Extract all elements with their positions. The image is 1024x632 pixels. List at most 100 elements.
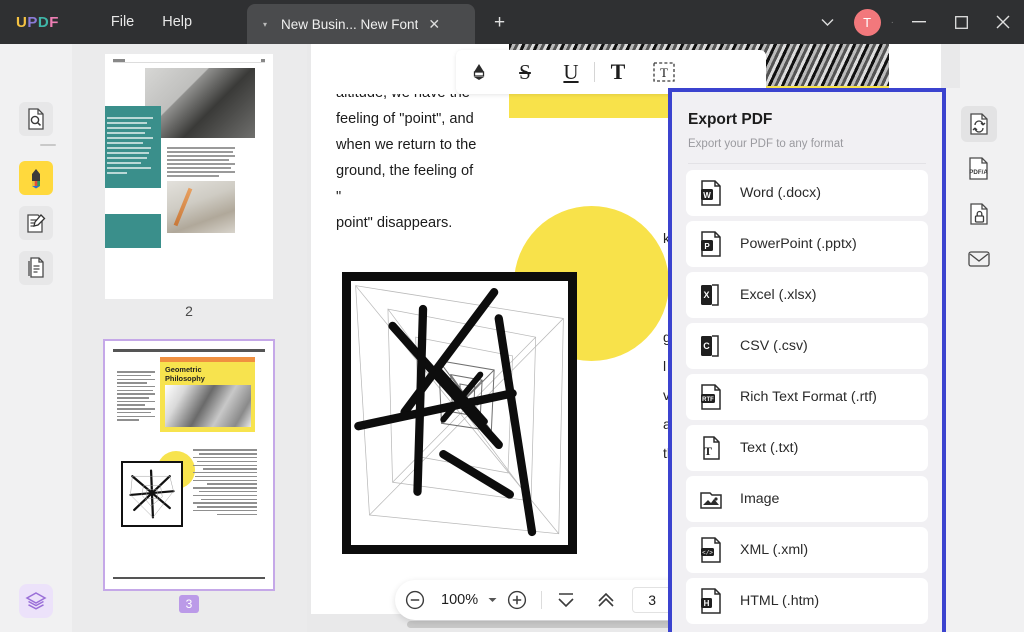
export-option-excel[interactable]: X Excel (.xlsx): [686, 272, 928, 318]
zoom-out-button[interactable]: [395, 580, 435, 620]
svg-text:T: T: [660, 65, 668, 80]
menu-help[interactable]: Help: [148, 0, 206, 44]
right-tool-rail: PDF/A: [946, 88, 1024, 632]
underline-icon: U: [563, 60, 578, 85]
logo-letter-u: U: [16, 14, 27, 31]
convert-pdf-icon: [968, 112, 990, 136]
svg-text:X: X: [703, 290, 709, 300]
close-button[interactable]: [982, 0, 1024, 44]
svg-text:C: C: [703, 341, 710, 351]
logo-letter-f: F: [49, 14, 59, 31]
thumbnail-number-page-3: 3: [179, 595, 199, 613]
pdfa-button[interactable]: PDF/A: [961, 151, 997, 187]
svg-text:</>: </>: [702, 550, 713, 557]
zoombar-separator: [541, 591, 542, 609]
highlighter-icon[interactable]: [19, 161, 53, 195]
word-file-icon: W: [698, 180, 724, 206]
chevron-down-icon[interactable]: [807, 18, 848, 27]
new-tab-button[interactable]: +: [494, 12, 505, 34]
html-file-icon: H: [698, 588, 724, 614]
menu-file[interactable]: File: [97, 0, 148, 44]
title-bar: U P D F File Help ▾ New Busin... New Fon…: [0, 0, 1024, 44]
export-option-rtf[interactable]: RTF Rich Text Format (.rtf): [686, 374, 928, 420]
text-icon: T: [611, 59, 626, 85]
svg-text:T: T: [704, 444, 712, 458]
underline-tool-button[interactable]: U: [548, 50, 594, 94]
export-option-word[interactable]: W Word (.docx): [686, 170, 928, 216]
export-panel-title: Export PDF: [688, 111, 942, 129]
doc-paragraph[interactable]: altitude, we have the feeling of "point"…: [336, 80, 481, 236]
thumbnail-image-page-2[interactable]: [105, 54, 273, 299]
thumb-title-line2: Philosophy: [165, 374, 205, 383]
doc-line-3: when we return to the: [336, 132, 481, 158]
previous-page-button[interactable]: [586, 580, 626, 620]
document-tab[interactable]: ▾ New Busin... New Font ✕: [247, 4, 475, 44]
export-option-label: HTML (.htm): [740, 593, 819, 609]
doc-line-4: ground, the feeling of ": [336, 158, 481, 210]
layers-icon: [25, 591, 47, 611]
image-file-icon: [698, 486, 724, 512]
export-pdf-panel[interactable]: Export PDF Export your PDF to any format…: [668, 88, 946, 632]
sidebar-item-page-tools[interactable]: [19, 251, 53, 285]
sidebar-item-comment[interactable]: [19, 161, 53, 195]
export-option-label: Rich Text Format (.rtf): [740, 389, 877, 405]
page-number-input[interactable]: 3: [632, 587, 672, 613]
search-document-icon[interactable]: [19, 102, 53, 136]
export-option-label: Text (.txt): [740, 440, 798, 456]
thumbnail-page-3[interactable]: Geometric Philosophy: [105, 341, 273, 613]
export-panel-divider: [688, 163, 926, 164]
export-option-label: CSV (.csv): [740, 338, 808, 354]
protect-pdf-button[interactable]: [961, 196, 997, 232]
first-page-icon: [555, 590, 577, 610]
zoom-in-button[interactable]: [497, 580, 537, 620]
export-option-text[interactable]: T Text (.txt): [686, 425, 928, 471]
export-option-powerpoint[interactable]: P PowerPoint (.pptx): [686, 221, 928, 267]
organize-pages-icon[interactable]: [19, 251, 53, 285]
export-option-csv[interactable]: C CSV (.csv): [686, 323, 928, 369]
share-email-button[interactable]: [961, 241, 997, 277]
export-option-label: Image: [740, 491, 779, 507]
tab-dropdown-icon[interactable]: ▾: [263, 20, 267, 29]
updf-window: U P D F File Help ▾ New Busin... New Fon…: [0, 0, 1024, 632]
app-body: 2 Geometric Philosophy: [0, 44, 1024, 632]
thumbnail-page-2[interactable]: 2: [105, 54, 273, 319]
thumbnail-image-page-3[interactable]: Geometric Philosophy: [105, 341, 273, 589]
sidebar-item-edit[interactable]: [19, 206, 53, 240]
convert-pdf-button[interactable]: [961, 106, 997, 142]
xml-file-icon: </>: [698, 537, 724, 563]
edit-document-icon[interactable]: [19, 206, 53, 240]
rtf-file-icon: RTF: [698, 384, 724, 410]
updf-logo: U P D F: [16, 14, 59, 31]
previous-page-icon: [595, 590, 617, 610]
zoom-level-label: 100%: [441, 592, 478, 608]
text-box-icon: T: [652, 60, 676, 84]
maximize-button[interactable]: [940, 0, 982, 44]
export-option-image[interactable]: Image: [686, 476, 928, 522]
separator-dot: ·: [887, 17, 898, 28]
tab-title: New Busin... New Font: [281, 17, 418, 32]
rail-divider: [40, 144, 56, 146]
export-option-html[interactable]: H HTML (.htm): [686, 578, 928, 624]
export-option-xml[interactable]: </> XML (.xml): [686, 527, 928, 573]
logo-letter-d: D: [38, 14, 49, 31]
page-thumbnail-panel[interactable]: 2 Geometric Philosophy: [72, 44, 307, 632]
thumbnail-number-page-2: 2: [105, 303, 273, 319]
share-email-icon: [967, 249, 991, 269]
zoom-dropdown-icon[interactable]: [488, 597, 497, 603]
pdfa-icon: PDF/A: [967, 156, 991, 182]
sidebar-item-search[interactable]: [19, 102, 53, 136]
minimize-button[interactable]: [898, 0, 940, 44]
logo-letter-p: P: [27, 14, 38, 31]
zoom-toolbar[interactable]: 100%: [395, 580, 695, 620]
zoom-out-icon: [404, 589, 426, 611]
powerpoint-file-icon: P: [698, 231, 724, 257]
tab-close-icon[interactable]: ✕: [428, 16, 440, 33]
first-page-button[interactable]: [546, 580, 586, 620]
sidebar-item-layers[interactable]: [19, 584, 53, 618]
strikethrough-icon: S: [519, 60, 531, 85]
highlight-tool-button[interactable]: [456, 50, 502, 94]
avatar[interactable]: T: [854, 9, 881, 36]
csv-file-icon: C: [698, 333, 724, 359]
strikethrough-tool-button[interactable]: S: [502, 50, 548, 94]
text-tool-button[interactable]: T: [595, 50, 641, 94]
